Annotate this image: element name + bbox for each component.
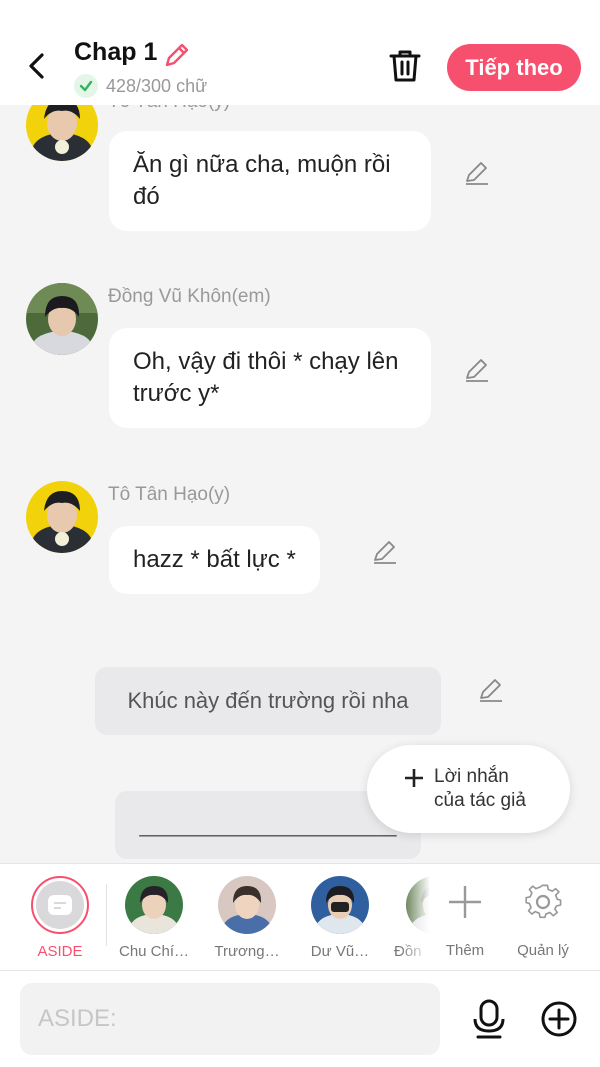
pencil-icon[interactable]	[463, 159, 491, 187]
pencil-icon[interactable]	[162, 40, 192, 70]
author-note-line-2: của tác giả	[434, 790, 526, 811]
aside-bubble[interactable]: Khúc này đến trường rồi nha	[95, 667, 441, 735]
word-count-text: 428/300 chữ	[106, 75, 208, 96]
avatar	[125, 876, 183, 934]
message-input[interactable]	[20, 983, 440, 1055]
manage-button[interactable]: Quản lý	[508, 876, 578, 966]
speaker-name: Tô Tân Hạo(y)	[108, 484, 231, 505]
avatar[interactable]	[26, 283, 98, 355]
character-item[interactable]: Dư Vũ…	[300, 876, 380, 960]
character-label: ASIDE	[37, 943, 83, 960]
avatar	[218, 876, 276, 934]
chat-area[interactable]: Tô Tân Hạo(y) Ăn gì nữa cha, muộn rồi đó…	[0, 105, 600, 863]
back-icon[interactable]	[22, 50, 52, 82]
message-bubble[interactable]: hazz * bất lực *	[109, 526, 320, 594]
trash-icon[interactable]	[388, 48, 422, 84]
pencil-icon[interactable]	[477, 676, 505, 704]
aside-avatar	[31, 876, 89, 934]
plus-icon	[405, 769, 423, 787]
character-item[interactable]: Chu Chí…	[114, 876, 194, 960]
character-aside[interactable]: ASIDE	[20, 876, 100, 960]
character-bar[interactable]: ASIDE Chu Chí… Trương… Dư Vũ… Thêm Quản …	[0, 863, 600, 971]
word-count: 428/300 chữ	[74, 74, 207, 98]
character-label: Dư Vũ…	[310, 943, 370, 960]
avatar[interactable]	[26, 481, 98, 553]
avatar	[311, 876, 369, 934]
manage-label: Quản lý	[517, 942, 569, 959]
composer	[0, 971, 600, 1067]
pencil-icon[interactable]	[463, 356, 491, 384]
speaker-name: Tô Tân Hạo(y)	[108, 105, 230, 113]
next-button[interactable]: Tiếp theo	[447, 44, 581, 91]
fade-overlay	[400, 864, 430, 970]
character-item[interactable]: Trương…	[207, 876, 287, 960]
message-bubble[interactable]: Ăn gì nữa cha, muộn rồi đó	[109, 131, 431, 231]
speaker-name: Đồng Vũ Khôn(em)	[108, 286, 271, 307]
author-note-line-1: Lời nhắn	[434, 766, 509, 787]
chapter-title: Chap 1	[74, 38, 158, 66]
top-bar: Chap 1 428/300 chữ Tiếp theo	[0, 0, 600, 105]
author-note-label: Lời nhắn của tác giả	[434, 765, 526, 813]
add-circle-icon[interactable]	[540, 1000, 578, 1038]
character-label: Chu Chí…	[118, 943, 190, 960]
add-character-label: Thêm	[445, 942, 485, 959]
pencil-icon[interactable]	[371, 538, 399, 566]
chat-bubble-icon	[48, 895, 72, 915]
message-bubble[interactable]: Oh, vậy đi thôi * chạy lên trước y*	[109, 328, 431, 428]
mic-icon[interactable]	[470, 999, 508, 1039]
divider	[106, 884, 107, 946]
author-note-button[interactable]: Lời nhắn của tác giả	[367, 745, 570, 833]
add-character-button[interactable]: Thêm	[430, 876, 500, 966]
plus-icon	[449, 886, 481, 918]
gear-icon	[525, 884, 562, 919]
check-icon	[74, 74, 98, 98]
character-label: Trương…	[214, 943, 280, 960]
avatar[interactable]	[26, 105, 98, 161]
